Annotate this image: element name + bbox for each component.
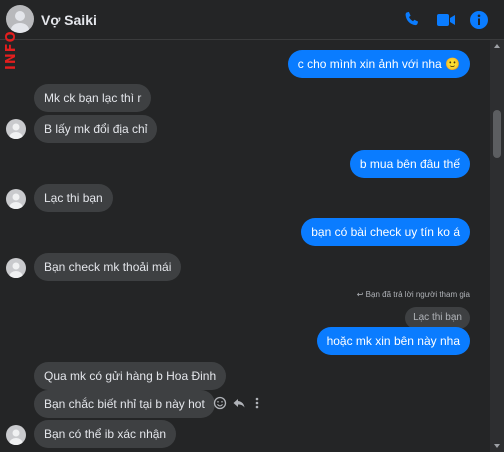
chat-header: INFO Vợ Saiki	[0, 0, 504, 70]
message-bubble[interactable]: Qua mk có gửi hàng b Hoa Đinh	[34, 362, 227, 390]
quoted-text: Lạc thi bạn	[413, 312, 462, 323]
message-bubble[interactable]: b mua bên đâu thế	[349, 150, 470, 178]
reply-icon[interactable]	[232, 396, 246, 410]
message-text: Bạn check mk thoải mái	[44, 260, 172, 274]
message-text: B lấy mk đổi địa chỉ	[44, 122, 148, 136]
reply-indicator: ↩ Bạn đã trả lời người tham gia	[357, 290, 470, 299]
message-actions	[213, 396, 263, 412]
scroll-up-icon[interactable]	[494, 43, 500, 49]
reply-note-text: Bạn đã trả lời người tham gia	[365, 290, 470, 299]
message-text: Bạn có thể ib xác nhận	[44, 427, 167, 441]
avatar[interactable]	[6, 258, 26, 278]
avatar[interactable]	[6, 119, 26, 139]
message-text: Mk ck bạn lạc thì r	[44, 91, 142, 105]
message-bubble[interactable]: Mk ck bạn lạc thì r	[34, 84, 152, 112]
reply-arrow-icon: ↩	[356, 290, 366, 299]
phone-icon[interactable]	[400, 8, 424, 32]
scrollbar-thumb[interactable]	[493, 110, 501, 158]
message-text: Qua mk có gửi hàng b Hoa Đinh	[44, 369, 217, 383]
scroll-down-icon[interactable]	[494, 443, 500, 449]
message-bubble[interactable]: B lấy mk đổi địa chỉ	[34, 115, 158, 143]
contact-name[interactable]: Vợ Saiki	[41, 12, 97, 28]
emoji-icon[interactable]	[213, 396, 227, 410]
message-bubble[interactable]: hoặc mk xin bên này nha	[316, 327, 470, 355]
info-icon[interactable]	[467, 8, 491, 32]
avatar[interactable]	[6, 425, 26, 445]
message-text: hoặc mk xin bên này nha	[326, 334, 460, 348]
video-icon[interactable]	[434, 8, 458, 32]
message-bubble[interactable]: Bạn chắc biết nhỉ tại b này hot	[34, 390, 215, 418]
message-text: c cho mình xin ảnh với nha 🙂	[297, 57, 460, 71]
message-bubble[interactable]: Bạn có thể ib xác nhận	[34, 420, 177, 448]
quoted-message[interactable]: Lạc thi bạn	[405, 307, 470, 329]
message-text: bạn có bài check uy tín ko á	[311, 225, 460, 239]
scrollbar[interactable]	[490, 40, 504, 452]
message-text: Lạc thi bạn	[44, 191, 103, 205]
message-bubble[interactable]: c cho mình xin ảnh với nha 🙂	[287, 50, 470, 78]
message-text: b mua bên đâu thế	[359, 157, 460, 171]
more-icon[interactable]	[253, 396, 261, 410]
message-bubble[interactable]: Bạn check mk thoải mái	[34, 253, 182, 281]
avatar[interactable]	[6, 189, 26, 209]
message-text: Bạn chắc biết nhỉ tại b này hot	[44, 397, 205, 411]
message-bubble[interactable]: bạn có bài check uy tín ko á	[301, 218, 470, 246]
message-bubble[interactable]: Lạc thi bạn	[34, 184, 113, 212]
message-list: c cho mình xin ảnh với nha 🙂 Mk ck bạn l…	[0, 40, 490, 452]
